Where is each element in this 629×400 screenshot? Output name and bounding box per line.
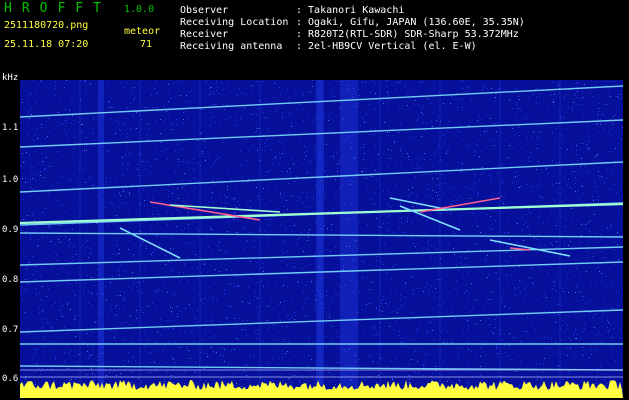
spectrogram-canvas — [20, 80, 623, 398]
y-tick-label: 1.0 — [2, 175, 19, 185]
antenna-label: Receiving antenna — [180, 41, 283, 52]
timestamp: 25.11.18 07:20 — [4, 39, 89, 50]
antenna-value: : 2el-HB9CV Vertical (el. E-W) — [296, 41, 477, 52]
y-axis-unit: kHz — [2, 73, 19, 83]
y-tick-label: 0.9 — [2, 225, 19, 235]
spectrogram — [20, 80, 623, 398]
receiver-value: : R820T2(RTL-SDR) SDR-Sharp 53.372MHz — [296, 29, 519, 40]
app-title: HROFFT — [4, 1, 111, 16]
y-tick-label: 1.1 — [2, 123, 19, 133]
noise-column — [98, 80, 104, 398]
observer-label: Observer — [180, 5, 229, 16]
y-tick-label: 0.8 — [2, 275, 19, 285]
app-version: 1.0.0 — [124, 4, 155, 15]
receiver-label: Receiver — [180, 29, 229, 40]
y-tick-label: 0.7 — [2, 325, 19, 335]
location-value: : Ogaki, Gifu, JAPAN (136.60E, 35.35N) — [296, 17, 525, 28]
noise-column — [340, 80, 358, 398]
filename: 2511180720.png — [4, 20, 89, 31]
y-tick-label: 0.6 — [2, 374, 19, 384]
meteor-label: meteor — [124, 26, 161, 37]
location-label: Receiving Location — [180, 17, 289, 28]
observer-value: : Takanori Kawachi — [296, 5, 405, 16]
meteor-count: 71 — [140, 39, 153, 50]
noise-column — [316, 80, 324, 398]
